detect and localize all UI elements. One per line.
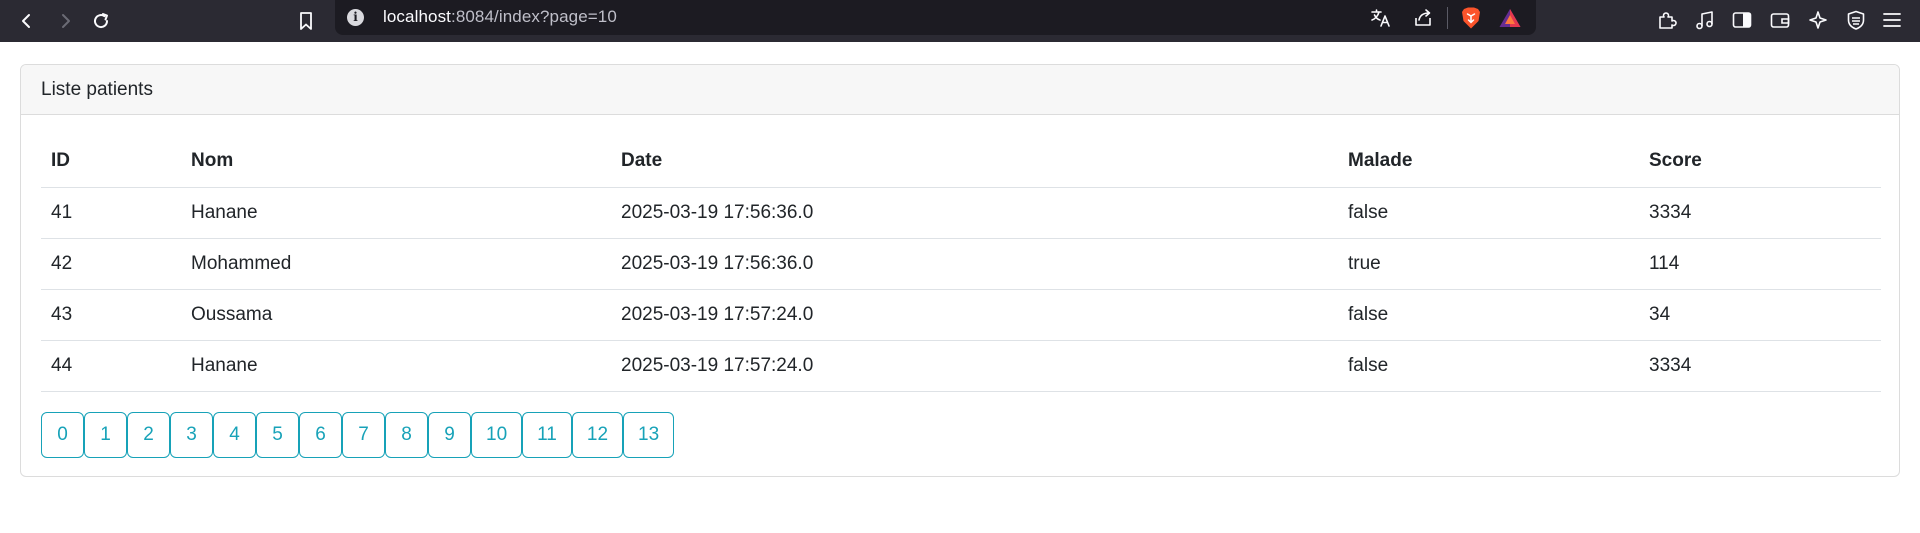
- page-link-3[interactable]: 3: [170, 411, 213, 458]
- table-row: 42 Mohammed 2025-03-19 17:56:36.0 true 1…: [41, 238, 1881, 290]
- url-host: localhost: [383, 7, 451, 26]
- cell-date: 2025-03-19 17:56:36.0: [611, 187, 1338, 239]
- page-link-6[interactable]: 6: [299, 411, 342, 458]
- cell-nom: Oussama: [181, 289, 611, 341]
- brave-rewards-icon[interactable]: [1497, 5, 1523, 31]
- cell-id: 41: [41, 187, 181, 239]
- leo-ai-icon[interactable]: [1803, 5, 1833, 35]
- page-link-8[interactable]: 8: [385, 411, 428, 458]
- url-text[interactable]: localhost:8084/index?page=10: [383, 7, 617, 27]
- page-link-1[interactable]: 1: [84, 411, 127, 458]
- media-icon[interactable]: [1690, 5, 1720, 35]
- cell-score: 34: [1639, 289, 1881, 341]
- bookmark-icon[interactable]: [289, 4, 323, 38]
- cell-date: 2025-03-19 17:57:24.0: [611, 340, 1338, 392]
- column-header-nom: Nom: [181, 135, 611, 188]
- page-link-12[interactable]: 12: [571, 411, 624, 458]
- vpn-icon[interactable]: [1841, 5, 1871, 35]
- page-link-10[interactable]: 10: [471, 411, 523, 458]
- cell-date: 2025-03-19 17:57:24.0: [611, 289, 1338, 341]
- cell-malade: false: [1338, 187, 1639, 239]
- cell-id: 43: [41, 289, 181, 341]
- site-info-icon[interactable]: i: [347, 9, 364, 26]
- extensions-icon[interactable]: [1652, 5, 1682, 35]
- cell-score: 114: [1639, 238, 1881, 290]
- table-row: 41 Hanane 2025-03-19 17:56:36.0 false 33…: [41, 187, 1881, 239]
- cell-id: 42: [41, 238, 181, 290]
- cell-date: 2025-03-19 17:56:36.0: [611, 238, 1338, 290]
- page-link-0[interactable]: 0: [41, 411, 84, 458]
- cell-nom: Hanane: [181, 187, 611, 239]
- table-header-row: ID Nom Date Malade Score: [41, 135, 1881, 188]
- cell-nom: Hanane: [181, 340, 611, 392]
- page-link-13[interactable]: 13: [623, 411, 675, 458]
- table-row: 44 Hanane 2025-03-19 17:57:24.0 false 33…: [41, 340, 1881, 392]
- cell-id: 44: [41, 340, 181, 392]
- page-link-9[interactable]: 9: [428, 411, 471, 458]
- address-bar[interactable]: i localhost:8084/index?page=10: [335, 0, 1536, 35]
- cell-malade: true: [1338, 238, 1639, 290]
- column-header-id: ID: [41, 135, 181, 188]
- cell-malade: false: [1338, 340, 1639, 392]
- reload-icon[interactable]: [84, 4, 118, 38]
- cell-score: 3334: [1639, 187, 1881, 239]
- patients-card: Liste patients ID Nom Date Malade Score …: [20, 64, 1900, 477]
- column-header-score: Score: [1639, 135, 1881, 188]
- wallet-icon[interactable]: [1765, 5, 1795, 35]
- page-link-11[interactable]: 11: [522, 411, 572, 458]
- sidebar-icon[interactable]: [1727, 5, 1757, 35]
- page-link-5[interactable]: 5: [256, 411, 299, 458]
- url-separator: [1447, 7, 1448, 29]
- patients-table: ID Nom Date Malade Score 41 Hanane 2025-…: [41, 135, 1881, 392]
- pagination: 0 1 2 3 4 5 6 7 8 9 10 11 12 13: [41, 411, 1879, 458]
- column-header-malade: Malade: [1338, 135, 1639, 188]
- menu-icon[interactable]: [1877, 5, 1907, 35]
- translate-icon[interactable]: [1368, 5, 1394, 31]
- forward-icon[interactable]: [48, 4, 82, 38]
- share-icon[interactable]: [1410, 5, 1436, 31]
- browser-toolbar: i localhost:8084/index?page=10: [0, 0, 1920, 42]
- url-path: :8084/index?page=10: [451, 7, 617, 26]
- cell-nom: Mohammed: [181, 238, 611, 290]
- cell-score: 3334: [1639, 340, 1881, 392]
- page-link-2[interactable]: 2: [127, 411, 170, 458]
- back-icon[interactable]: [10, 4, 44, 38]
- column-header-date: Date: [611, 135, 1338, 188]
- page-link-7[interactable]: 7: [342, 411, 385, 458]
- card-body: ID Nom Date Malade Score 41 Hanane 2025-…: [21, 115, 1899, 458]
- page-link-4[interactable]: 4: [213, 411, 256, 458]
- brave-shields-icon[interactable]: [1458, 5, 1484, 31]
- table-row: 43 Oussama 2025-03-19 17:57:24.0 false 3…: [41, 289, 1881, 341]
- cell-malade: false: [1338, 289, 1639, 341]
- card-header: Liste patients: [21, 65, 1899, 115]
